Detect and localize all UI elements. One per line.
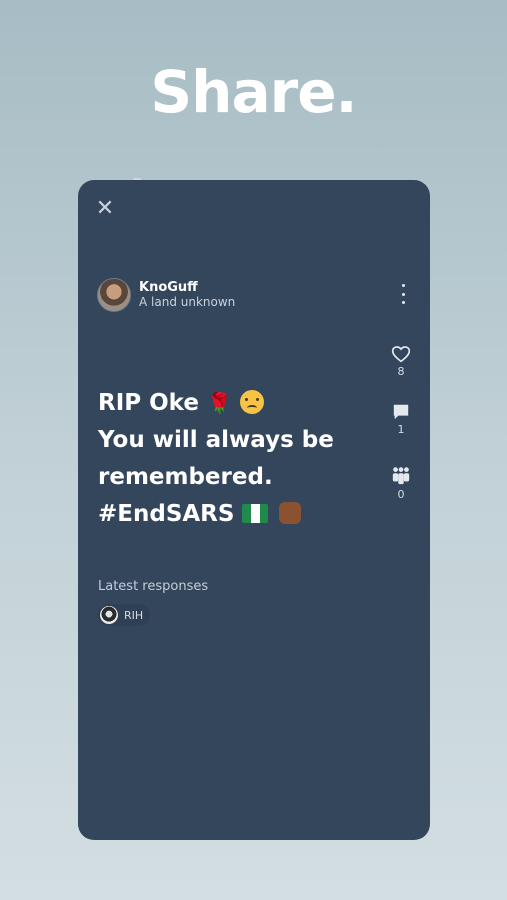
raised-fist-icon xyxy=(278,502,301,524)
post-actions: 8 1 0 xyxy=(390,345,412,501)
comment-icon xyxy=(393,404,409,420)
author-subtitle: A land unknown xyxy=(139,295,236,309)
page-headline: Share. xyxy=(150,58,357,126)
hashtag-endsars[interactable]: #EndSARS xyxy=(98,501,234,527)
crying-face-icon xyxy=(239,390,264,414)
post-line-1-text: RIP Oke xyxy=(98,390,199,416)
post-line-2: You will always be xyxy=(98,427,334,453)
comment-button[interactable]: 1 xyxy=(392,403,410,436)
post-line-4: #EndSARS xyxy=(98,496,368,533)
more-options-icon[interactable] xyxy=(398,284,408,304)
latest-responses-label: Latest responses xyxy=(98,579,209,594)
close-icon[interactable]: ✕ xyxy=(94,198,116,220)
people-icon xyxy=(392,467,410,485)
post-text: RIP Oke 🌹 You will always be remembered.… xyxy=(98,385,368,533)
like-button[interactable]: 8 xyxy=(391,345,411,378)
post-card: ✕ KnoGuff A land unknown 8 1 0 RIP Oke 🌹… xyxy=(78,180,430,840)
like-count: 8 xyxy=(397,365,405,378)
app-screen: Share. ✕ KnoGuff A land unknown 8 1 0 RI… xyxy=(0,0,507,900)
heart-icon xyxy=(391,346,411,363)
response-name: RIH xyxy=(124,608,144,622)
participants-button[interactable]: 0 xyxy=(390,466,412,501)
nigeria-flag-icon xyxy=(242,504,269,523)
rose-icon: 🌹 xyxy=(206,391,232,415)
post-author[interactable]: KnoGuff A land unknown xyxy=(97,278,235,312)
post-line-1: RIP Oke 🌹 xyxy=(98,385,368,422)
response-avatar xyxy=(100,606,118,624)
author-avatar[interactable] xyxy=(97,278,131,312)
response-chip[interactable]: RIH xyxy=(98,604,151,626)
comment-count: 1 xyxy=(397,423,405,436)
participant-count: 0 xyxy=(397,488,405,501)
author-name[interactable]: KnoGuff xyxy=(139,280,235,295)
post-line-3: remembered. xyxy=(98,464,273,490)
